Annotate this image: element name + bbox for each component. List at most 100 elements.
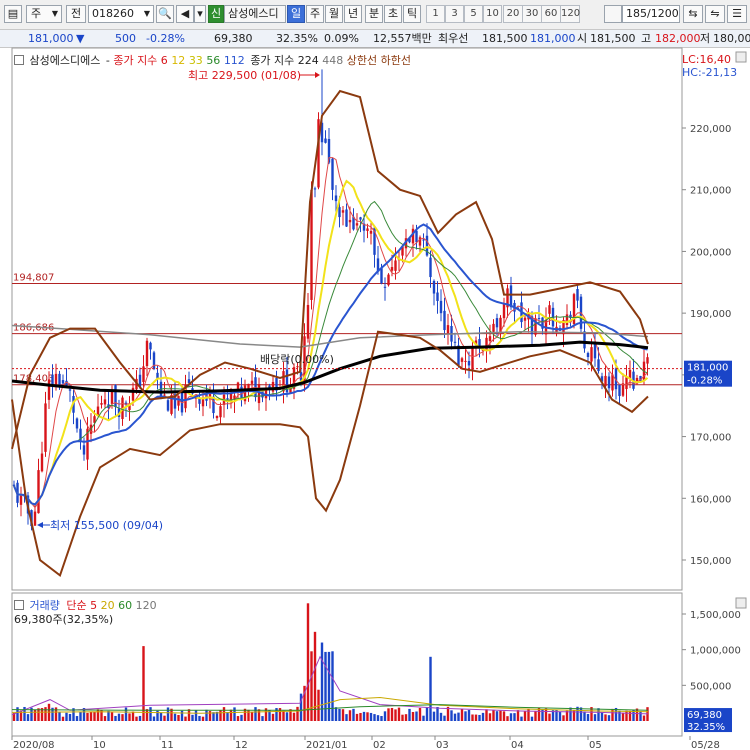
candle-body (180, 390, 184, 413)
x-tick-label: 03 (436, 740, 449, 750)
volume-bar (138, 715, 142, 721)
lc-hc-readout: LC:16,40 HC:-21,13 (682, 53, 737, 79)
candle-body (565, 314, 569, 325)
period-tab-6[interactable]: 틱 (403, 5, 421, 23)
candle-body (341, 210, 345, 213)
hc-value: HC:-21,13 (682, 66, 738, 79)
volume-y-tick-label: 500,000 (690, 681, 731, 692)
count-tab-5[interactable]: 5 (464, 5, 483, 23)
count-tab-120[interactable]: 120 (560, 5, 580, 23)
chevron-down-icon: ▼ (143, 9, 150, 18)
candle-body (257, 384, 261, 404)
candle-body (488, 336, 492, 342)
volume-bar (285, 712, 289, 721)
y-tick-label: 200,000 (690, 247, 731, 258)
volume-bar (562, 715, 565, 721)
candle-body (37, 470, 40, 514)
volume-bar (390, 707, 394, 721)
volume-bar (163, 715, 166, 721)
count-tab-3[interactable]: 3 (445, 5, 464, 23)
candle-body (576, 289, 579, 301)
price-chart[interactable]: 150,000160,000170,000180,000190,000200,0… (0, 47, 750, 750)
candle-body (460, 358, 464, 362)
count-tab-1[interactable]: 1 (426, 5, 445, 23)
candle-body (464, 360, 467, 362)
y-tick-label: 190,000 (690, 309, 731, 320)
high-annotation: 최고 229,500 (01/08) (188, 69, 301, 82)
volume-ratio: 32.35% (276, 32, 318, 45)
volume-current-tag-value: 69,380 (687, 710, 722, 721)
volume-bar (86, 712, 89, 721)
volume-panel-close-icon[interactable] (735, 597, 747, 609)
volume-bar (44, 707, 47, 721)
candle-body (583, 331, 586, 349)
speaker-icon[interactable]: ◀ (176, 5, 194, 23)
volume-bar (58, 712, 61, 721)
chart-menu-icon[interactable]: ▤ (4, 5, 22, 23)
zoom-in-icon[interactable]: ⇆ (683, 5, 703, 23)
lc-value: LC:16,40 (682, 53, 732, 66)
volume-bar (513, 713, 516, 721)
display-count-input[interactable]: 185/1200 (622, 5, 680, 23)
period-tab-0[interactable]: 일 (287, 5, 305, 23)
volume-bar (250, 711, 254, 721)
candle-body (331, 158, 334, 190)
volume-bar (523, 711, 527, 721)
volume-bar (369, 712, 373, 721)
volume-bar (313, 631, 317, 721)
volume-bar (450, 710, 453, 721)
count-tab-60[interactable]: 60 (541, 5, 561, 23)
count-tab-30[interactable]: 30 (522, 5, 542, 23)
candle-body (415, 230, 418, 243)
period-tab-5[interactable]: 초 (384, 5, 402, 23)
period-tab-2[interactable]: 월 (325, 5, 343, 23)
jeon-button[interactable]: 전 (66, 5, 86, 23)
candle-body (334, 195, 338, 202)
candle-body (166, 400, 170, 411)
count-tab-10[interactable]: 10 (483, 5, 502, 23)
period-tab-3[interactable]: 년 (344, 5, 362, 23)
dropdown-icon[interactable]: ▾ (194, 5, 206, 23)
settings-icon[interactable]: ☰ (727, 5, 747, 23)
candle-body (145, 340, 149, 367)
zoom-out-icon[interactable]: ⇋ (705, 5, 725, 23)
candle-body (82, 445, 86, 455)
volume-bar (569, 707, 572, 721)
volume-bar (296, 706, 299, 721)
candle-body (75, 418, 79, 429)
volume-bar (460, 708, 464, 721)
volume-bar (236, 716, 240, 721)
candle-body (618, 384, 621, 397)
volume-bar (89, 711, 93, 721)
count-tab-20[interactable]: 20 (503, 5, 523, 23)
period-tab-4[interactable]: 분 (365, 5, 383, 23)
volume-bar (415, 711, 418, 721)
candle-body (646, 357, 649, 364)
period-type-select[interactable]: 주 ▼ (26, 5, 62, 23)
current-price: 181,000 (28, 32, 74, 45)
volume-bar (432, 711, 436, 721)
volume-bar (593, 714, 597, 721)
stock-code-input[interactable]: 018260 ▼ (88, 5, 154, 23)
volume-bar (642, 715, 646, 721)
candle-body (33, 511, 37, 526)
search-icon[interactable]: 🔍 (156, 5, 174, 23)
best-price-label: 최우선 (438, 32, 469, 45)
volume-bar (338, 708, 341, 721)
volume-bar (257, 709, 261, 721)
volume-bar (159, 712, 163, 721)
candle-body (422, 239, 425, 241)
candle-body (429, 257, 432, 278)
volume-bar (166, 707, 170, 721)
volume-bar (443, 715, 446, 721)
volume-bar (579, 707, 583, 721)
price-panel-close-icon[interactable] (735, 51, 747, 63)
volume-bar (282, 710, 285, 721)
x-tick-label: 05 (589, 740, 602, 750)
period-tab-1[interactable]: 주 (306, 5, 324, 23)
volume-bar (534, 710, 537, 721)
volume-y-tick-label: 1,000,000 (690, 646, 741, 657)
legend-upper-limit: 상한선 (346, 54, 378, 67)
volume-bar (387, 708, 390, 721)
candle-body (254, 377, 257, 398)
